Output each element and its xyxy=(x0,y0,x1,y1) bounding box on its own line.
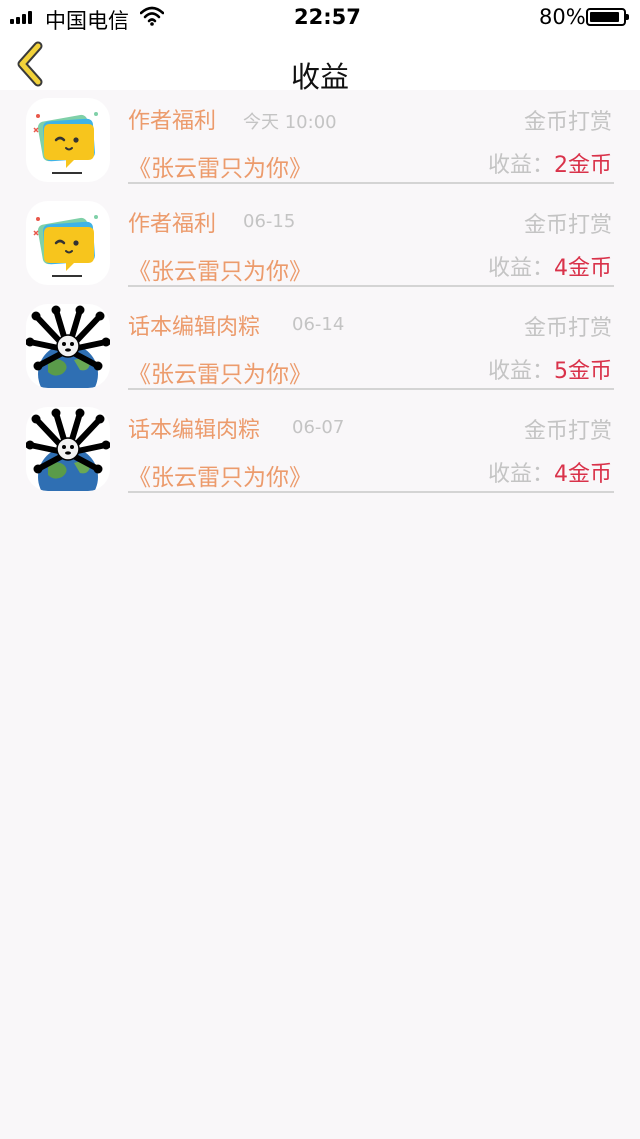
list-item[interactable]: 作者福利 今天 10:00 金币打赏 《张云雷只为你》 收益：2金币 xyxy=(0,90,640,193)
record-date: 06-07 xyxy=(292,417,345,438)
avatar[interactable] xyxy=(26,407,110,491)
earning-amount: 5金币 xyxy=(554,359,612,384)
earnings-list: 作者福利 今天 10:00 金币打赏 《张云雷只为你》 收益：2金币 作者福利 … xyxy=(0,90,640,502)
avatar[interactable] xyxy=(26,201,110,285)
divider xyxy=(128,182,614,184)
earning-amount: 2金币 xyxy=(554,153,612,178)
record-date: 06-15 xyxy=(243,211,296,232)
earning-label: 收益： xyxy=(487,153,554,178)
earning-amount: 4金币 xyxy=(554,256,612,281)
record-date: 06-14 xyxy=(292,314,345,335)
earning-info: 收益：4金币 xyxy=(488,250,612,282)
earning-label: 收益： xyxy=(487,462,554,487)
status-time: 22:57 xyxy=(294,5,361,29)
spider-panda-globe-avatar xyxy=(26,305,110,388)
book-title-link[interactable]: 《张云雷只为你》 xyxy=(128,252,312,286)
earning-info: 收益：2金币 xyxy=(488,147,612,179)
divider xyxy=(128,285,614,287)
earning-label: 收益： xyxy=(487,256,554,281)
reward-type: 金币打赏 xyxy=(523,110,612,135)
earning-label: 收益： xyxy=(487,359,554,384)
earning-amount: 4金币 xyxy=(554,462,612,487)
carrier-name: 中国电信 xyxy=(45,9,129,33)
earning-info: 收益：5金币 xyxy=(488,353,612,385)
chat-bubble-app-icon xyxy=(33,215,98,277)
sender-name: 作者福利 xyxy=(128,212,217,237)
list-item[interactable]: 话本编辑肉粽 06-07 金币打赏 《张云雷只为你》 收益：4金币 xyxy=(0,399,640,502)
chat-bubble-app-icon xyxy=(33,112,98,174)
avatar[interactable] xyxy=(26,98,110,182)
reward-type: 金币打赏 xyxy=(523,419,612,444)
battery-percentage: 80% xyxy=(539,5,586,29)
signal-strength-icon xyxy=(10,11,32,24)
list-item[interactable]: 作者福利 06-15 金币打赏 《张云雷只为你》 收益：4金币 xyxy=(0,193,640,296)
book-title-link[interactable]: 《张云雷只为你》 xyxy=(128,149,312,183)
sender-name: 话本编辑肉粽 xyxy=(128,315,261,340)
reward-type: 金币打赏 xyxy=(523,316,612,341)
status-bar: 中国电信 22:57 80% xyxy=(0,0,640,34)
divider xyxy=(128,491,614,493)
divider xyxy=(128,388,614,390)
wifi-icon xyxy=(139,6,165,31)
nav-bar: 收益 xyxy=(0,34,640,94)
avatar[interactable] xyxy=(26,304,110,388)
list-item[interactable]: 话本编辑肉粽 06-14 金币打赏 《张云雷只为你》 收益：5金币 xyxy=(0,296,640,399)
reward-type: 金币打赏 xyxy=(523,213,612,238)
earning-info: 收益：4金币 xyxy=(488,456,612,488)
spider-panda-globe-avatar xyxy=(26,408,110,491)
record-date: 今天 10:00 xyxy=(243,112,337,133)
sender-name: 作者福利 xyxy=(128,109,217,134)
battery-icon xyxy=(586,8,629,26)
sender-name: 话本编辑肉粽 xyxy=(128,418,261,443)
book-title-link[interactable]: 《张云雷只为你》 xyxy=(128,355,312,389)
book-title-link[interactable]: 《张云雷只为你》 xyxy=(128,458,312,492)
